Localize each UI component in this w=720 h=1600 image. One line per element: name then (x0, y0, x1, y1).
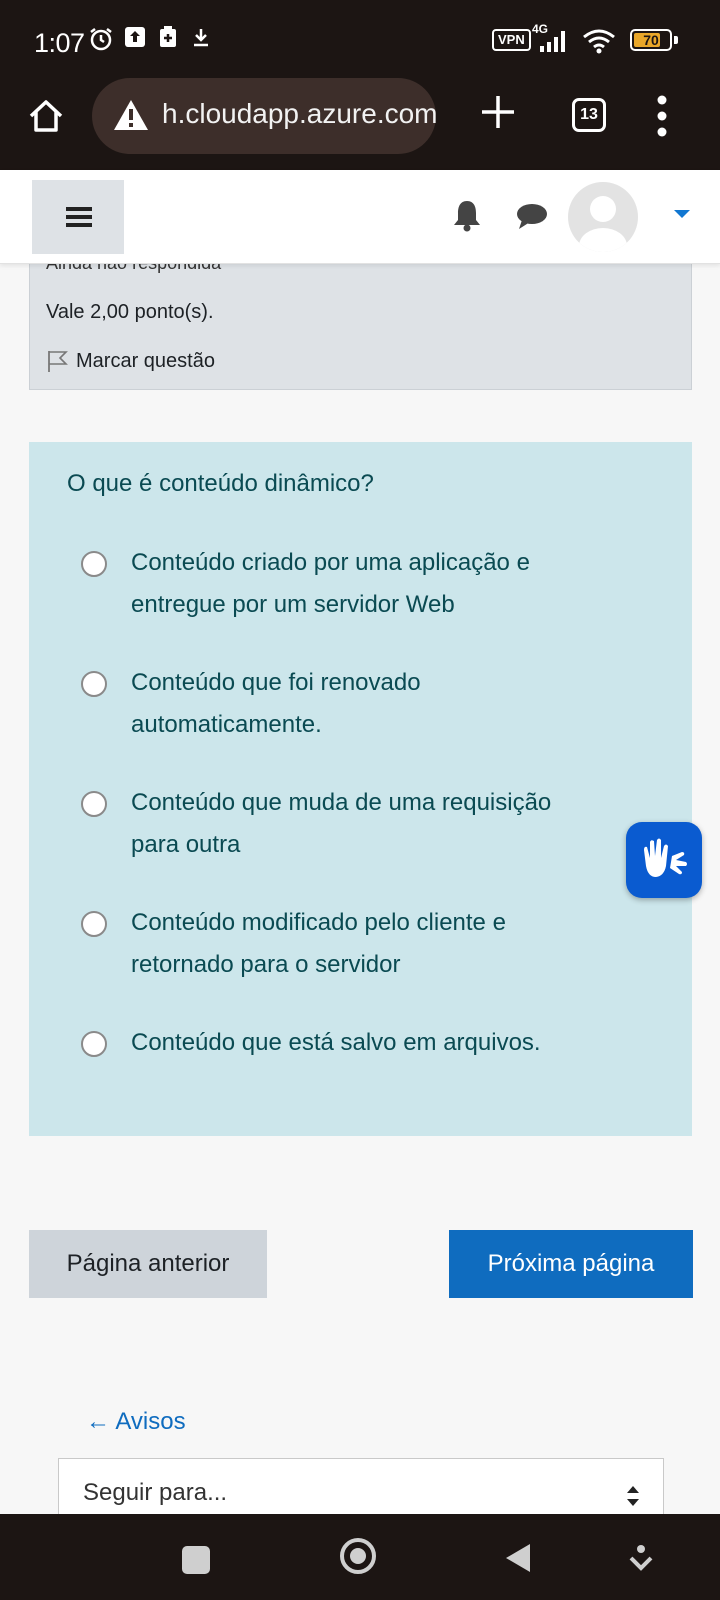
jump-to-select-value[interactable]: Seguir para... (83, 1479, 227, 1507)
sign-language-widget-button[interactable] (626, 822, 702, 898)
flag-question-label[interactable]: Marcar questão (76, 350, 215, 373)
tab-switcher-button[interactable]: 13 (572, 98, 606, 132)
home-icon[interactable] (26, 96, 66, 136)
signal-icon (540, 31, 565, 52)
messages-icon[interactable] (516, 202, 548, 230)
question-text: O que é conteúdo dinâmico? (67, 470, 374, 497)
warning-icon[interactable] (112, 98, 150, 132)
previous-page-button[interactable]: Página anterior (29, 1230, 267, 1298)
answer-option[interactable]: Conteúdo que muda de uma requisição para… (81, 782, 641, 866)
answer-radio[interactable] (81, 1031, 107, 1057)
new-tab-icon[interactable] (478, 92, 518, 132)
site-navbar (0, 170, 720, 264)
address-bar[interactable]: h.cloudapp.azure.com (92, 78, 438, 154)
answer-option[interactable]: Conteúdo que foi renovado automaticament… (81, 662, 641, 746)
notification-bell-icon[interactable] (452, 198, 482, 232)
question-points: Vale 2,00 ponto(s). (46, 301, 214, 323)
select-arrows-icon[interactable] (625, 1483, 641, 1509)
battery-saver-icon (160, 26, 176, 47)
alarm-icon (90, 28, 112, 51)
vpn-badge: VPN (492, 29, 531, 51)
answer-radio[interactable] (81, 911, 107, 937)
status-bar: 1:07 VPN 4G 70 (0, 0, 720, 80)
battery-icon: 70 (630, 29, 672, 51)
hide-keyboard-icon[interactable] (628, 1544, 654, 1574)
menu-toggle-button[interactable] (32, 180, 124, 254)
answer-option[interactable]: Conteúdo que está salvo em arquivos. (81, 1022, 641, 1064)
user-menu-caret-icon[interactable] (674, 210, 690, 218)
answer-label[interactable]: Conteúdo que está salvo em arquivos. (131, 1022, 541, 1064)
browser-toolbar: h.cloudapp.azure.com 13 (0, 78, 720, 170)
download-icon (194, 29, 208, 47)
next-page-button[interactable]: Próxima página (449, 1230, 693, 1298)
answer-option[interactable]: Conteúdo modificado pelo cliente e retor… (81, 902, 641, 986)
more-menu-icon[interactable] (652, 94, 672, 138)
answer-label[interactable]: Conteúdo criado por uma aplicação e entr… (131, 542, 530, 626)
answer-option[interactable]: Conteúdo criado por uma aplicação e entr… (81, 542, 641, 626)
wifi-icon (583, 29, 615, 54)
user-avatar[interactable] (568, 182, 638, 252)
answer-label[interactable]: Conteúdo que foi renovado automaticament… (131, 662, 421, 746)
back-button[interactable] (506, 1544, 530, 1572)
answer-radio[interactable] (81, 791, 107, 817)
battery-level: 70 (643, 32, 659, 48)
answer-radio[interactable] (81, 551, 107, 577)
recents-button[interactable] (182, 1546, 210, 1574)
upload-icon (125, 27, 145, 47)
home-button[interactable] (340, 1538, 376, 1574)
flag-question-link[interactable]: Marcar questão (46, 349, 215, 373)
answer-label[interactable]: Conteúdo modificado pelo cliente e retor… (131, 902, 506, 986)
system-navigation-bar (0, 1514, 720, 1600)
answer-label[interactable]: Conteúdo que muda de uma requisição para… (131, 782, 551, 866)
status-time: 1:07 (34, 28, 85, 58)
question-content: O que é conteúdo dinâmico? Conteúdo cria… (29, 442, 692, 1136)
sign-language-hands-icon (644, 838, 687, 877)
url-text[interactable]: h.cloudapp.azure.com (162, 98, 438, 130)
avisos-link[interactable]: ← Avisos (86, 1408, 186, 1436)
answer-radio[interactable] (81, 671, 107, 697)
flag-icon (48, 351, 68, 372)
